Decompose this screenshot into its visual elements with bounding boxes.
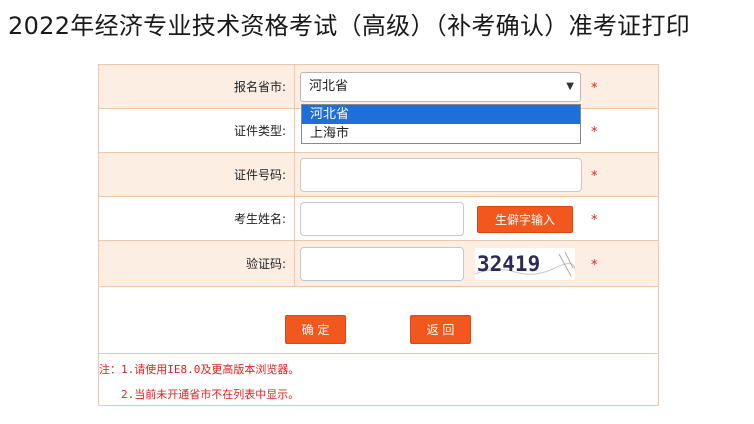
name-row: 考生姓名: 生僻字输入 * [99,197,658,241]
required-mark: * [591,169,598,184]
required-mark: * [591,125,598,140]
confirm-button[interactable]: 确 定 [285,315,346,344]
note-browser: 注：1.请使用IE8.0及更高版本浏览器。 [99,363,300,376]
note-province: 2.当前未开通省市不在列表中显示。 [121,388,300,401]
notes-section: 注：1.请使用IE8.0及更高版本浏览器。 2.当前未开通省市不在列表中显示。 [99,354,658,406]
captcha-text: 32419 [477,252,540,276]
province-select[interactable]: 河北省 ▼ [300,72,581,102]
actions-row: 确 定 返 回 [99,287,658,354]
province-row: 报名省市: 河北省 ▼ * [99,65,658,109]
captcha-input[interactable] [300,247,464,281]
required-mark: * [591,258,598,273]
province-option-hebei[interactable]: 河北省 [302,105,580,124]
back-button[interactable]: 返 回 [410,315,471,344]
rare-char-input-button[interactable]: 生僻字输入 [477,206,573,233]
page-title: 2022年经济专业技术资格考试（高级）（补考确认）准考证打印 [8,12,691,40]
province-selected-value: 河北省 [309,79,349,94]
id-number-input[interactable] [300,158,582,192]
id-number-label: 证件号码: [99,153,295,196]
province-option-shanghai[interactable]: 上海市 [302,124,580,143]
name-label: 考生姓名: [99,197,295,240]
caret-down-icon[interactable]: ▼ [566,73,574,101]
province-label: 报名省市: [99,65,295,108]
id-type-label: 证件类型: [99,109,295,152]
required-mark: * [591,81,598,96]
captcha-image[interactable]: 32419 [474,248,576,280]
name-input[interactable] [300,202,464,236]
id-number-row: 证件号码: * [99,153,658,197]
captcha-row: 验证码: 32419 * [99,241,658,287]
captcha-label: 验证码: [99,241,295,286]
province-dropdown-list[interactable]: 河北省 上海市 [301,104,581,144]
required-mark: * [591,213,598,228]
